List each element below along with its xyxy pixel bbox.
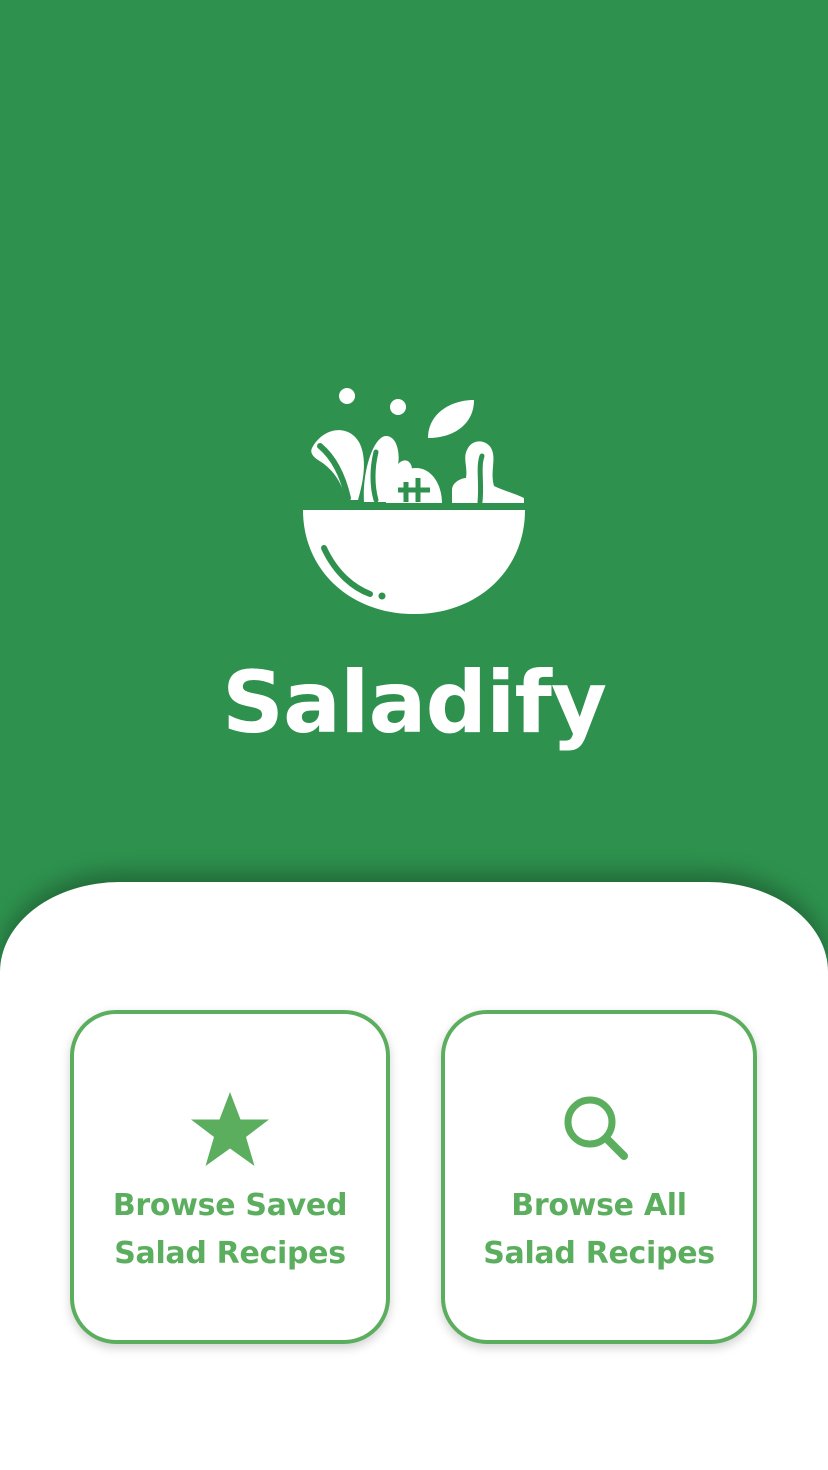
salad-bowl-icon xyxy=(302,388,526,614)
browse-all-label: Browse All Salad Recipes xyxy=(483,1188,715,1271)
search-icon xyxy=(564,1096,628,1160)
browse-saved-recipes-button[interactable]: Browse Saved Salad Recipes xyxy=(70,1010,390,1344)
browse-all-recipes-button[interactable]: Browse All Salad Recipes xyxy=(441,1010,757,1344)
star-icon xyxy=(191,1092,269,1166)
hero-header: Saladify xyxy=(0,0,828,900)
app-title: Saladify xyxy=(222,653,607,753)
browse-saved-label: Browse Saved Salad Recipes xyxy=(112,1188,348,1271)
